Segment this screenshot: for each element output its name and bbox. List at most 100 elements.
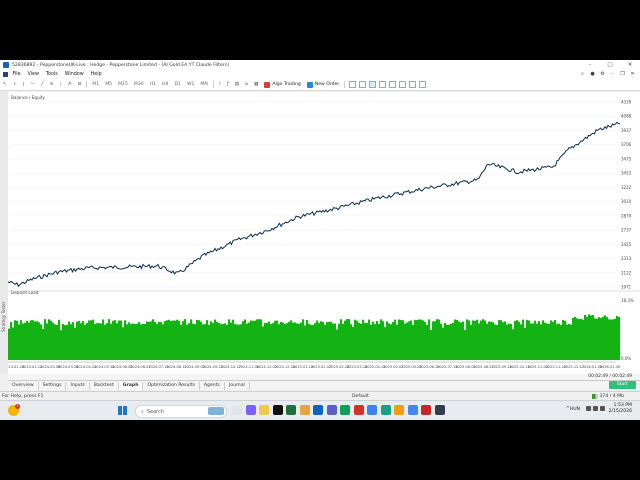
deposit-load-bar [464, 330, 467, 360]
cursor-tool-icon[interactable]: ↖ [0, 82, 10, 87]
timeframe-m30[interactable]: M30 [131, 82, 147, 87]
timeframe-d1[interactable]: D1 [171, 82, 183, 87]
chrome-icon[interactable] [407, 405, 418, 415]
timeframe-w1[interactable]: W1 [184, 82, 197, 87]
deposit-load-bar [302, 319, 305, 360]
balance-chart-svg[interactable]: Balance / Equity Deposit Load 4339408839… [8, 92, 640, 374]
volume-icon[interactable] [593, 406, 598, 411]
chart-type-icon[interactable]: ⌇ [216, 82, 224, 87]
indicators-icon[interactable]: ƒ [224, 82, 232, 87]
menu-help[interactable]: Help [87, 72, 105, 77]
tab-backtest[interactable]: Backtest [90, 381, 119, 390]
timeframe-m15[interactable]: M15 [115, 82, 131, 87]
shapes-tool-icon[interactable]: ⊡ [74, 82, 84, 87]
templates-icon[interactable]: ▤ [232, 82, 242, 87]
bar-chart-icon[interactable] [348, 81, 356, 88]
wifi-icon[interactable] [586, 406, 591, 411]
deposit-load-bar [66, 324, 69, 360]
folder-icon[interactable] [299, 405, 310, 415]
timeframe-h1[interactable]: H1 [147, 82, 159, 87]
crosshair-tool-icon[interactable]: + [10, 82, 20, 87]
menu-window[interactable]: Window [61, 72, 87, 77]
graph-panel[interactable]: Balance / Equity Deposit Load 4339 4088 39… [8, 92, 640, 374]
excel-icon[interactable] [340, 405, 350, 415]
deposit-load-bar [286, 323, 289, 360]
video-app-icon[interactable] [421, 405, 431, 415]
tab-inputs[interactable]: Inputs [66, 381, 90, 390]
settings-icon[interactable]: ⚙ [599, 71, 606, 78]
taskbar-search-box[interactable]: ⌕ Search [135, 405, 227, 418]
channel-icon[interactable]: ≡ [47, 82, 57, 87]
minimize-button[interactable]: – [580, 62, 600, 68]
menu-view[interactable]: View [24, 72, 42, 77]
deposit-load-bar [360, 323, 363, 360]
tab-agents[interactable]: Agents [200, 381, 225, 390]
mdi-restore-icon[interactable]: ❐ [619, 71, 626, 78]
fibonacci-icon[interactable]: ᚠ [57, 82, 66, 88]
new-order-button[interactable]: New Order [304, 81, 343, 88]
candlestick-chart-icon[interactable] [358, 81, 366, 88]
algo-trading-button[interactable]: Algo Trading [261, 81, 303, 88]
deposit-load-bar [616, 316, 619, 360]
timeframe-m1[interactable]: M1 [89, 82, 102, 87]
teams-icon[interactable] [326, 405, 337, 415]
deposit-load-bar [366, 323, 369, 360]
timeframe-m5[interactable]: M5 [102, 82, 115, 87]
home-icon[interactable]: ⌂ [242, 82, 251, 87]
horizontal-line-icon[interactable]: — [27, 82, 38, 87]
menu-file[interactable]: File [9, 72, 24, 77]
edge-icon[interactable] [367, 405, 377, 415]
tab-graph[interactable]: Graph [118, 381, 144, 390]
status-profile[interactable]: Default [352, 394, 369, 399]
auto-scroll-icon[interactable] [408, 81, 416, 88]
window-title-bar[interactable]: 52836892 - PepperstoneUK-Live : Hedge - … [0, 60, 640, 70]
start-button[interactable]: Start [608, 381, 636, 389]
keyboard-language[interactable]: HUN [570, 407, 580, 412]
metatrader-taskbar-icon[interactable] [272, 405, 283, 415]
timeframe-h4[interactable]: H4 [159, 82, 171, 87]
mdi-close-icon[interactable]: ✕ [629, 71, 636, 78]
deposit-load-bar [570, 324, 573, 360]
balance-line [8, 121, 621, 288]
tab-overview[interactable]: Overview [8, 381, 39, 390]
terminal-app-icon[interactable] [286, 405, 296, 415]
task-view-icon[interactable] [232, 405, 242, 415]
copilot-icon[interactable] [245, 405, 256, 415]
deposit-load-bar [56, 324, 59, 360]
deposit-load-bar [382, 321, 385, 360]
menu-tools[interactable]: Tools [42, 72, 61, 77]
tab-journal[interactable]: Journal [225, 381, 250, 390]
outlook-icon[interactable] [313, 405, 323, 415]
mdi-minimize-icon[interactable]: – [609, 71, 616, 78]
text-tool-icon[interactable]: A [65, 82, 74, 87]
app-icon-13[interactable] [394, 405, 404, 415]
zoom-in-icon[interactable] [378, 81, 386, 88]
chart-shift-icon[interactable] [418, 81, 426, 88]
y-tick-label: 4088 [621, 114, 632, 119]
trendline-icon[interactable]: ╱ [38, 82, 47, 87]
close-button[interactable]: ✕ [620, 62, 640, 68]
maximize-button[interactable]: □ [600, 62, 620, 68]
search-icon[interactable]: ⌕ [579, 71, 586, 78]
windows-start-icon[interactable] [118, 406, 127, 415]
vertical-line-icon[interactable]: | [20, 82, 28, 87]
deposit-load-bar [506, 324, 509, 360]
notification-icon[interactable]: ● [589, 71, 596, 78]
deposit-load-bar [416, 320, 419, 360]
deposit-load-bar [206, 320, 209, 360]
app-icon-16[interactable] [434, 405, 445, 415]
tab-settings[interactable]: Settings [39, 381, 67, 390]
battery-icon[interactable] [600, 406, 605, 411]
media-icon[interactable] [353, 405, 364, 415]
tile-windows-icon[interactable] [398, 81, 406, 88]
system-clock[interactable]: 1:53 PM 2/15/2026 [608, 403, 632, 415]
timeframe-mn[interactable]: MN [197, 82, 210, 87]
tab-optimization-results[interactable]: Optimization Results [143, 381, 200, 390]
deposit-load-bar [446, 324, 449, 360]
zoom-out-icon[interactable] [388, 81, 396, 88]
line-chart-icon[interactable] [368, 81, 376, 88]
app-icon-12[interactable] [380, 405, 391, 415]
file-explorer-icon[interactable] [259, 405, 269, 415]
profiles-icon[interactable]: ▦ [251, 82, 261, 87]
deposit-load-bar [178, 320, 181, 360]
